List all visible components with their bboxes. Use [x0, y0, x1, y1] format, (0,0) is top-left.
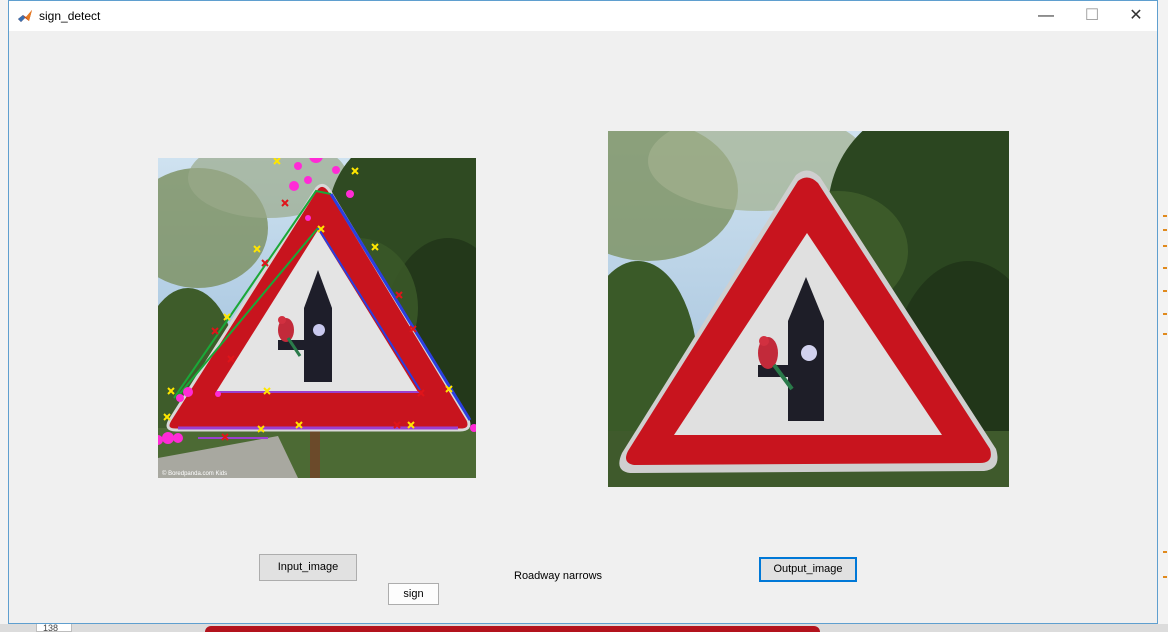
background-sign-fragment: [205, 626, 820, 632]
output-image-axes: [608, 131, 1009, 487]
orange-marker: [1163, 229, 1167, 231]
sign-button[interactable]: sign: [388, 583, 439, 605]
close-button[interactable]: ✕: [1113, 1, 1159, 31]
matlab-icon: [17, 8, 33, 24]
maximize-button[interactable]: ☐: [1069, 1, 1115, 31]
input-image-axes: © Boredpanda.com Kids: [158, 158, 476, 478]
minimize-button[interactable]: —: [1023, 1, 1069, 31]
detection-result-label: Roadway narrows: [514, 570, 603, 582]
input-image: © Boredpanda.com Kids: [158, 158, 476, 478]
sign-detect-window: sign_detect — ☐ ✕ © Boredpanda.com Kids …: [8, 0, 1158, 624]
orange-marker: [1163, 290, 1167, 292]
orange-marker: [1163, 576, 1167, 578]
orange-marker: [1163, 215, 1167, 217]
orange-marker: [1163, 313, 1167, 315]
orange-marker: [1163, 333, 1167, 335]
background-right-panel: [1157, 0, 1168, 632]
output-image: [608, 131, 1009, 487]
orange-marker: [1163, 267, 1167, 269]
input-image-button[interactable]: Input_image: [259, 554, 357, 581]
title-bar[interactable]: sign_detect — ☐ ✕: [9, 1, 1157, 31]
orange-marker: [1163, 551, 1167, 553]
orange-marker: [1163, 245, 1167, 247]
image-watermark: © Boredpanda.com Kids: [162, 470, 227, 477]
output-image-button[interactable]: Output_image: [759, 557, 857, 582]
window-title: sign_detect: [39, 9, 101, 23]
